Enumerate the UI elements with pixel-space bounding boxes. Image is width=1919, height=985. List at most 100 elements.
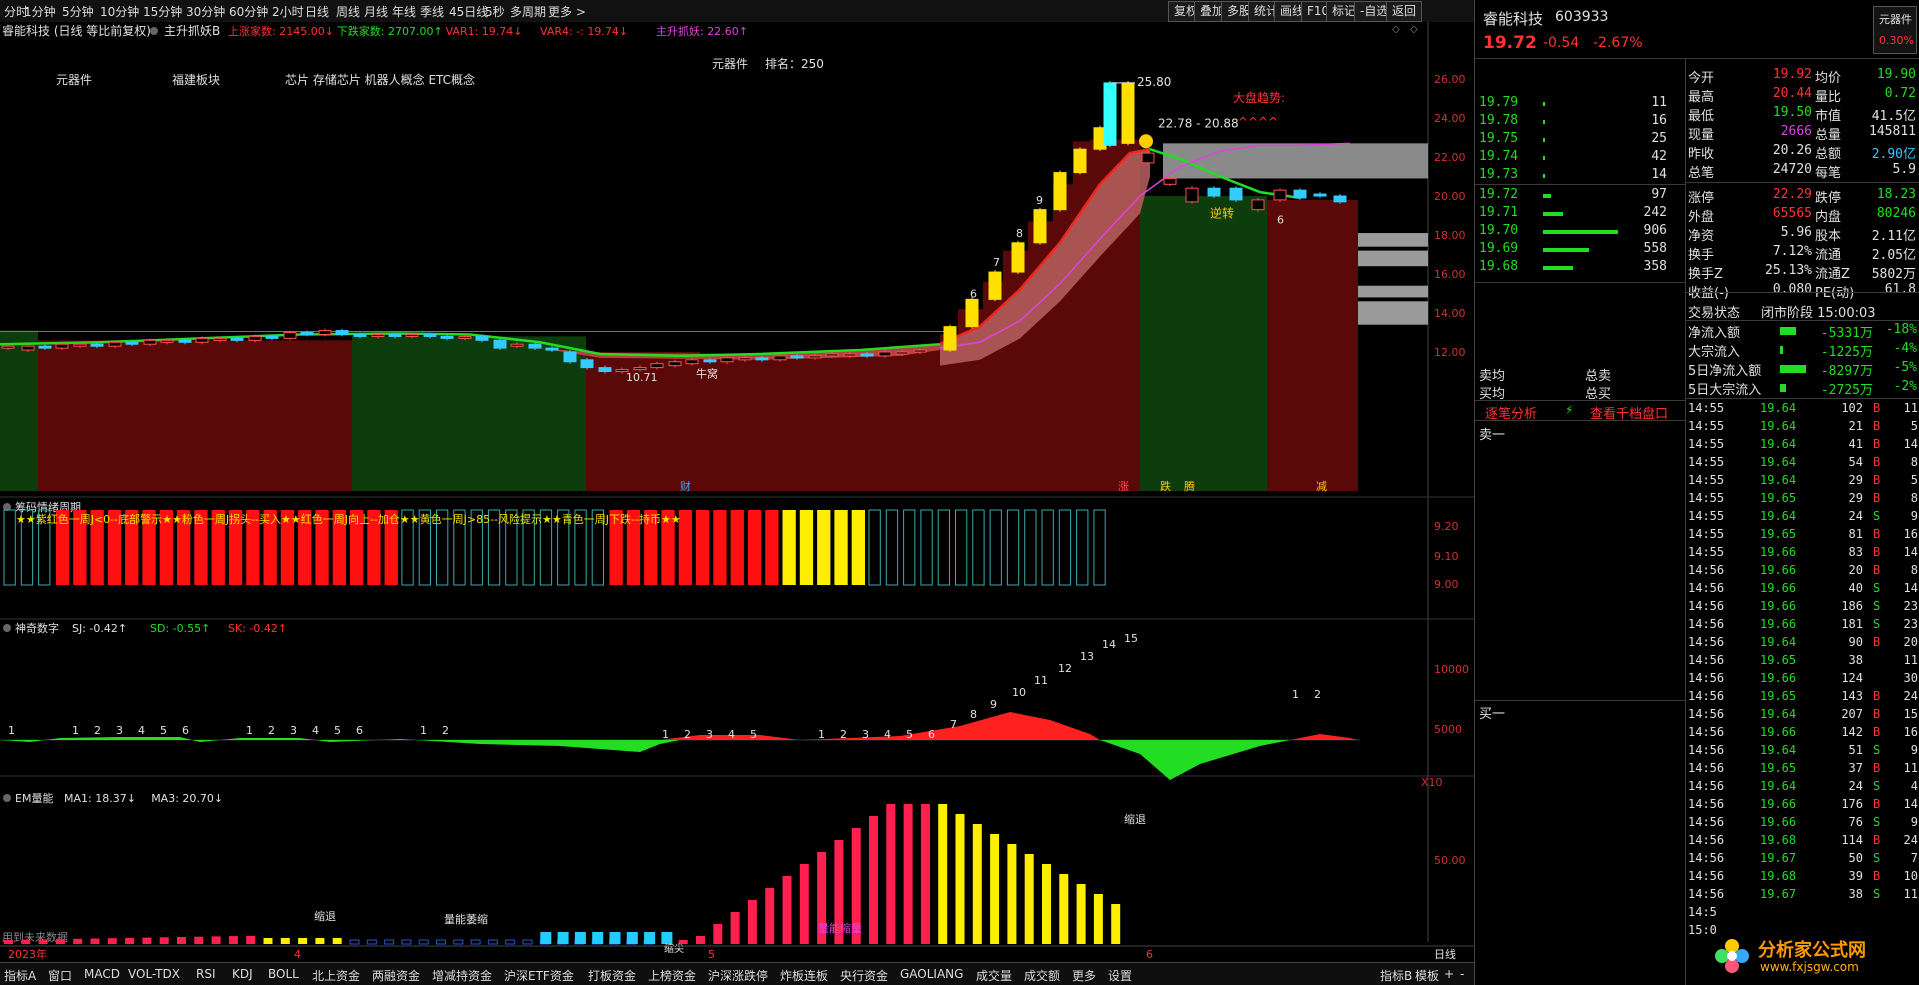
period-tab[interactable]: 10分钟 — [100, 3, 139, 20]
stat-value: 0.080 — [1772, 282, 1812, 297]
period-mode[interactable]: 日线 — [1434, 947, 1456, 961]
indicator-tab[interactable]: 更多 — [1072, 967, 1096, 984]
energy-bar — [1059, 874, 1069, 944]
period-tab[interactable]: 周线 — [336, 3, 360, 20]
sell-volume-bar — [1543, 174, 1545, 178]
panel3-title: 神奇数字 — [15, 621, 59, 635]
indicator-tab[interactable]: MACD — [84, 967, 120, 981]
energy-bar — [972, 824, 982, 944]
indicator-tab[interactable]: 打板资金 — [588, 967, 636, 984]
market-trend-marks: ^^^^ — [1238, 115, 1278, 129]
tick-direction: B — [1873, 401, 1881, 415]
candle-body — [545, 347, 559, 351]
tick-count: 23 — [1903, 617, 1918, 631]
indicator-toggle-icon[interactable] — [150, 27, 158, 35]
indicator-tab[interactable]: 窗口 — [48, 967, 72, 984]
indicator-tab[interactable]: GAOLIANG — [900, 967, 963, 981]
indicator-tab[interactable]: 增减持资金 — [432, 967, 492, 984]
indicator-tab[interactable]: 沪深涨跌停 — [708, 967, 768, 984]
panel-toggle-icon[interactable] — [3, 624, 11, 632]
tick-volume: 38 — [1848, 887, 1863, 901]
energy-bar — [869, 816, 878, 944]
indicator-tab[interactable]: RSI — [196, 967, 216, 981]
indicator-tab[interactable]: 设置 — [1108, 967, 1132, 984]
stat-label: 换手 — [1688, 248, 1715, 263]
panel-toggle-icon[interactable] — [3, 794, 11, 802]
period-tab[interactable]: 月线 — [364, 3, 388, 20]
period-tab[interactable]: 15分钟 — [143, 3, 182, 20]
indicator-tab[interactable]: KDJ — [232, 967, 253, 981]
candle-body — [371, 333, 385, 337]
collapse-icon[interactable]: ◇ — [1410, 24, 1418, 35]
indicator-tab[interactable]: 沪深ETF资金 — [504, 967, 574, 984]
diamond-icon[interactable]: ◇ — [1392, 24, 1400, 35]
period-tab[interactable]: 30分钟 — [186, 3, 225, 20]
tab-template[interactable]: 模板 — [1415, 967, 1439, 984]
toolbar-button[interactable]: 返回 — [1386, 1, 1423, 22]
tick-count: 14 — [1903, 437, 1918, 451]
tick-volume: 50 — [1848, 851, 1863, 865]
indicator-tab[interactable]: 上榜资金 — [648, 967, 696, 984]
period-tab[interactable]: 更多 > — [548, 3, 586, 20]
indicator-tab[interactable]: 北上资金 — [312, 967, 360, 984]
tick-volume: 29 — [1848, 473, 1863, 487]
period-tab[interactable]: 2小时 — [272, 3, 304, 20]
indicator-tab[interactable]: BOLL — [268, 967, 299, 981]
period-tab[interactable]: 多周期 — [510, 3, 546, 20]
sell-volume-bar — [1543, 138, 1545, 142]
buy-price: 19.72 — [1479, 187, 1519, 202]
flow-label: 5日净流入额 — [1688, 364, 1762, 379]
stat-value: 24720 — [1772, 162, 1812, 177]
candle-body — [38, 345, 52, 349]
tick-count: 20 — [1903, 635, 1918, 649]
tick-price: 19.64 — [1760, 419, 1797, 433]
period-tab[interactable]: 5秒 — [485, 3, 505, 20]
tick-price: 19.66 — [1760, 617, 1797, 631]
indicator-tab[interactable]: VOL-TDX — [128, 967, 180, 981]
tab-indicator-b[interactable]: 指标B — [1380, 967, 1412, 984]
candle-body — [1103, 82, 1117, 146]
sell-total-label: 总卖 — [1585, 369, 1612, 384]
energy-bar — [1093, 894, 1103, 944]
flow-label: 净流入额 — [1688, 326, 1741, 341]
indicator-tab[interactable]: 央行资金 — [840, 967, 888, 984]
indicator-tab[interactable]: 炸板连板 — [780, 967, 828, 984]
tick-price: 19.67 — [1760, 887, 1797, 901]
tick-count: 8 — [1910, 491, 1918, 505]
trend-region — [0, 330, 38, 491]
zoom-out-button[interactable]: - — [1460, 967, 1464, 981]
stat-label: 每笔 — [1815, 166, 1842, 181]
tick-price: 19.66 — [1760, 545, 1797, 559]
magic-number: 5 — [750, 728, 757, 741]
period-tab[interactable]: 年线 — [392, 3, 416, 20]
indicator-tab[interactable]: 指标A — [4, 967, 36, 984]
tick-price: 19.68 — [1760, 833, 1797, 847]
zoom-in-button[interactable]: + — [1444, 967, 1454, 981]
period-tab[interactable]: 日线 — [305, 3, 329, 20]
energy-bar — [159, 937, 169, 944]
tick-count: 8 — [1910, 563, 1918, 577]
indicator-tab[interactable]: 成交额 — [1024, 967, 1060, 984]
sector-button[interactable]: 元器件 0.30% — [1873, 6, 1917, 54]
chart-area[interactable]: 睿能科技 (日线 等比前复权) 主升抓妖B 上涨家数: 2145.00↓ 下跌家数: … — [0, 22, 1474, 962]
period-tab[interactable]: 季线 — [420, 3, 444, 20]
period-tab[interactable]: 60分钟 — [229, 3, 268, 20]
flower-logo-icon — [1715, 939, 1749, 973]
kline-chart-svg[interactable]: 睿能科技 (日线 等比前复权) 主升抓妖B 上涨家数: 2145.00↓ 下跌家数: … — [0, 22, 1474, 962]
candle-body — [685, 359, 699, 365]
resistance-box — [1358, 233, 1428, 247]
indicator-tab[interactable]: 成交量 — [976, 967, 1012, 984]
magic-number: 12 — [1058, 662, 1072, 675]
magic-number: 15 — [1124, 632, 1138, 645]
y-tick-label: 5000 — [1434, 723, 1462, 736]
period-tab[interactable]: 5分钟 — [62, 3, 94, 20]
energy-bar — [1111, 904, 1121, 944]
indicator-tab[interactable]: 两融资金 — [372, 967, 420, 984]
energy-bar — [194, 936, 204, 944]
period-tab[interactable]: 1分钟 — [24, 3, 56, 20]
tick-direction: B — [1873, 419, 1881, 433]
tick-price: 19.66 — [1760, 581, 1797, 595]
count-label: 8 — [1016, 227, 1023, 240]
tick-time: 14:5 — [1688, 905, 1717, 919]
period-tab[interactable]: 45日线 — [449, 3, 488, 20]
